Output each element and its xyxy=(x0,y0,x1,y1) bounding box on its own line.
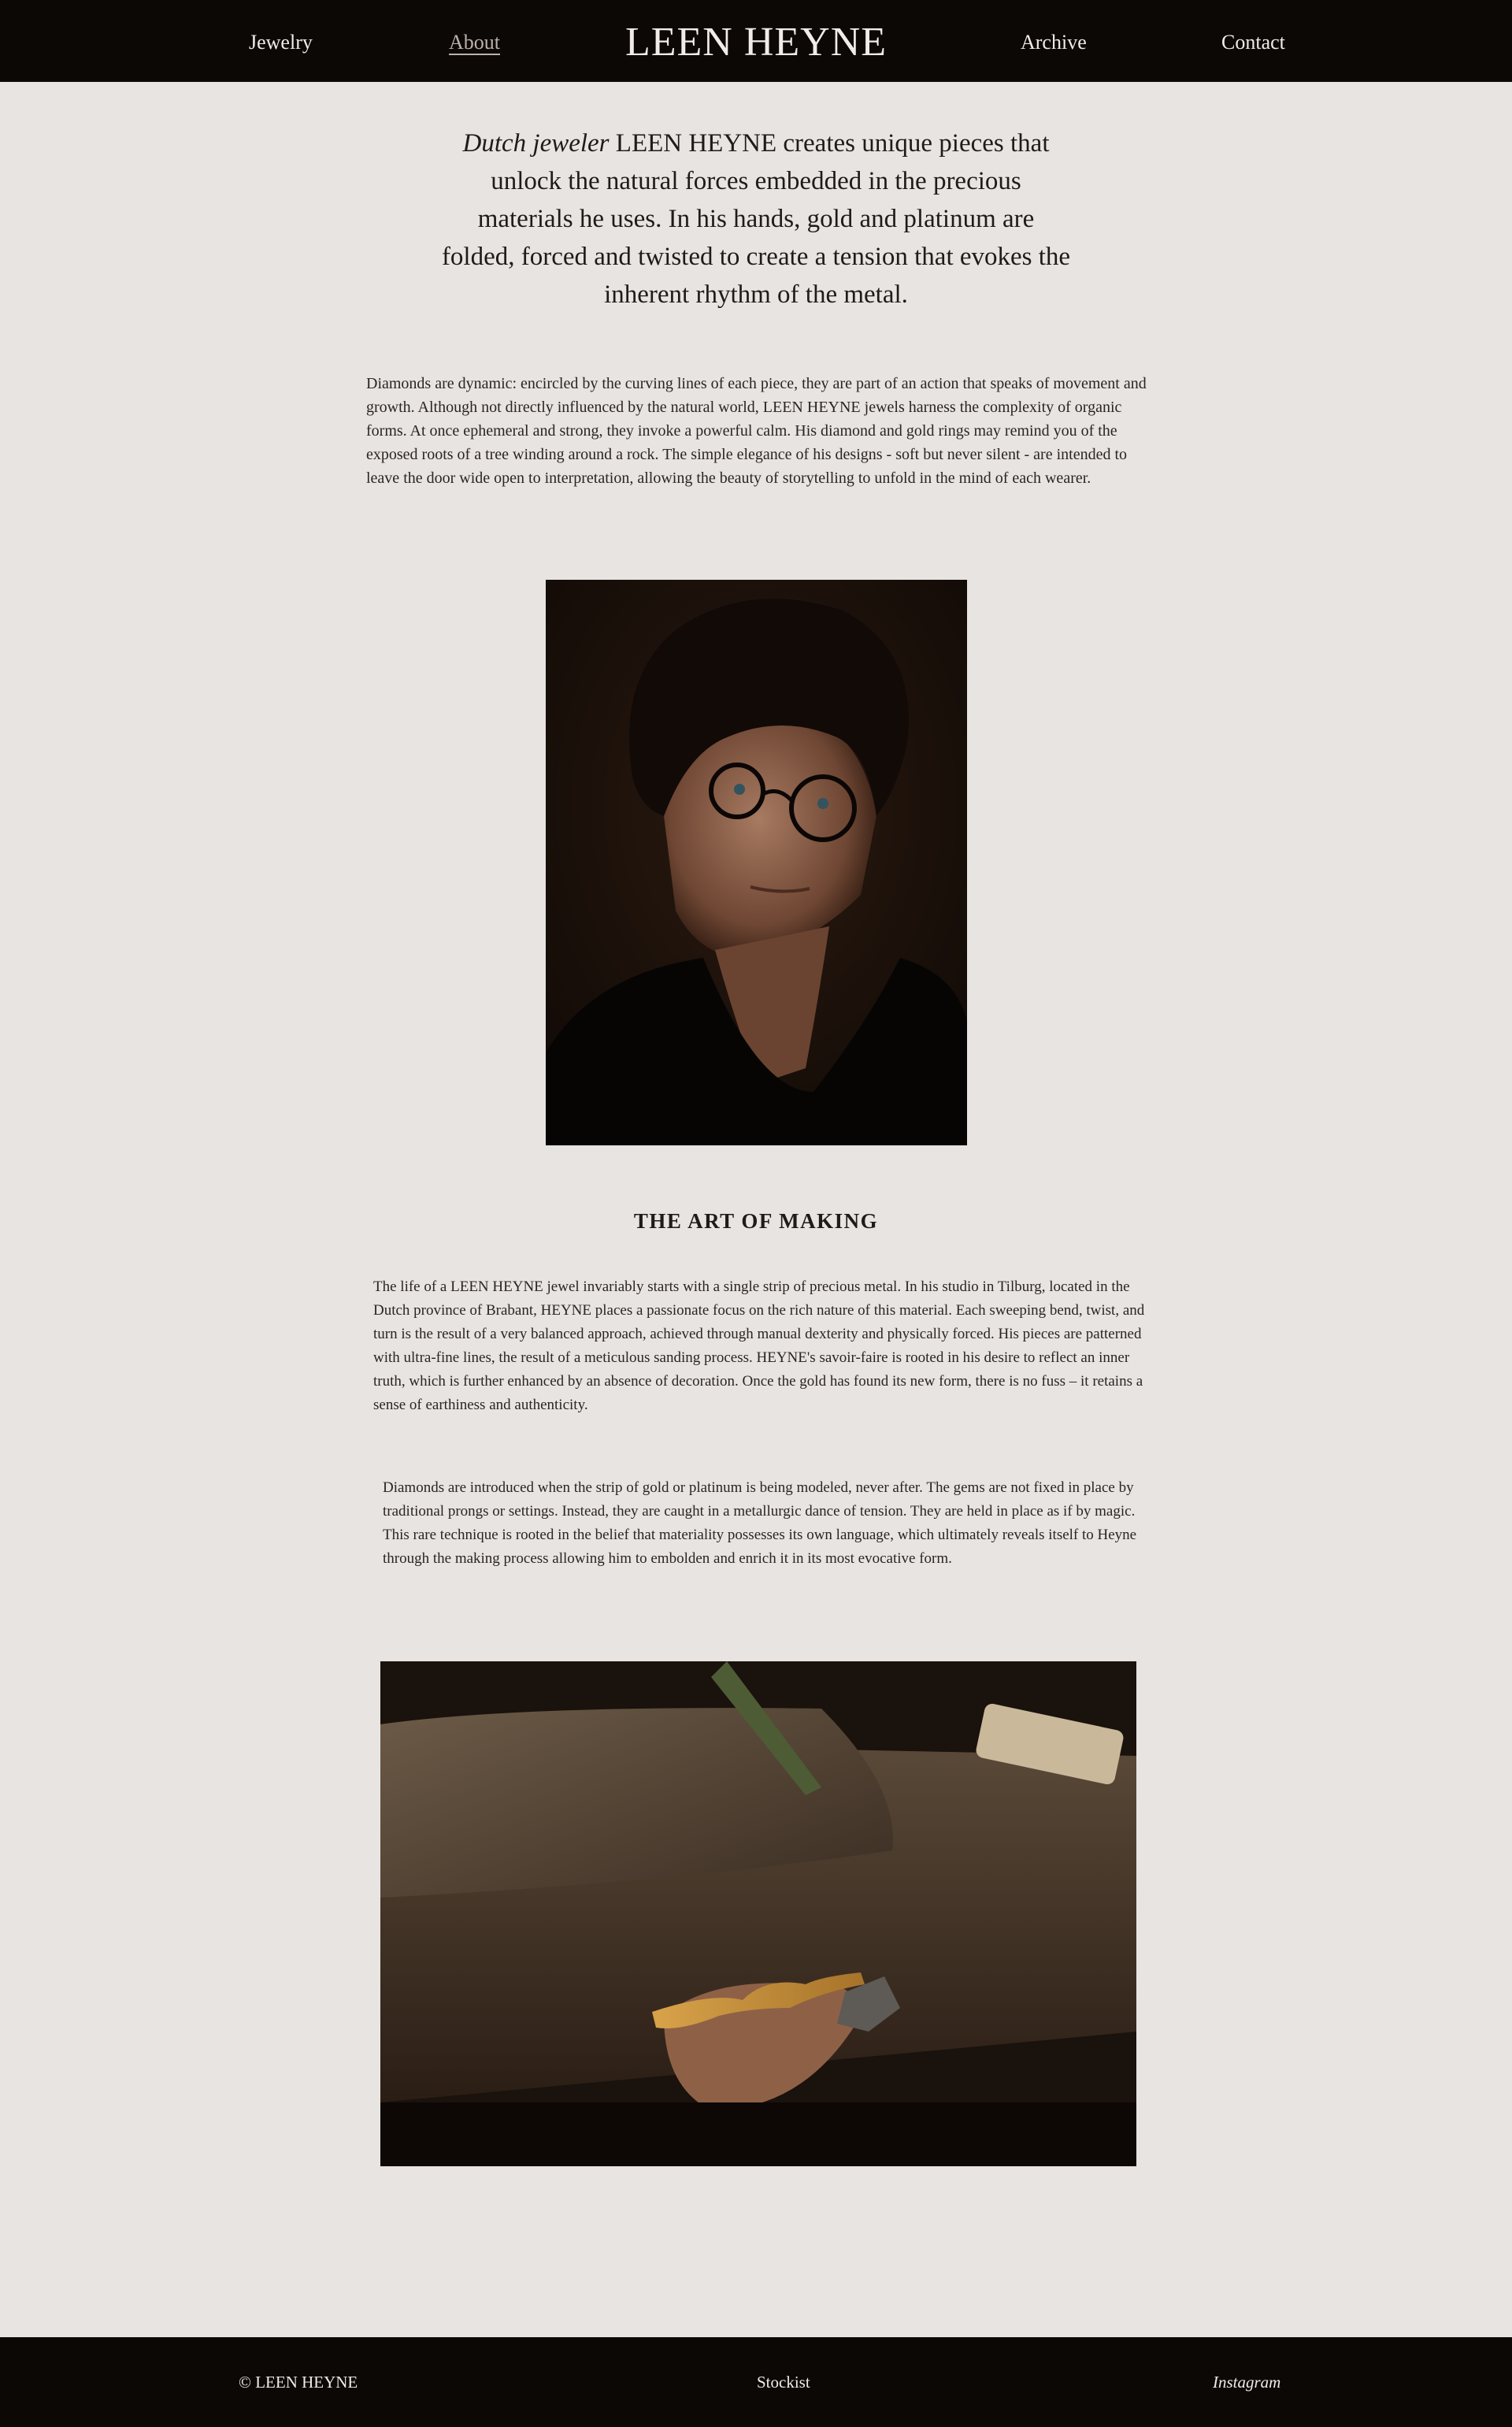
nav-link-about[interactable]: About xyxy=(449,28,500,57)
nav-link-archive[interactable]: Archive xyxy=(1021,28,1087,57)
diamonds-paragraph: Diamonds are dynamic: encircled by the c… xyxy=(366,375,1147,487)
nav-link-jewelry[interactable]: Jewelry xyxy=(249,28,313,57)
diamonds-technique-paragraph: Diamonds are introduced when the strip o… xyxy=(383,1479,1137,1567)
workshop-photo xyxy=(380,1661,1136,2166)
portrait-photo xyxy=(546,580,967,1145)
making-paragraph: The life of a LEEN HEYNE jewel invariabl… xyxy=(373,1278,1145,1413)
brand-logo[interactable]: LEEN HEYNE xyxy=(625,20,887,65)
intro-lead: Dutch jeweler xyxy=(462,129,610,158)
footer-stockist-link[interactable]: Stockist xyxy=(757,2370,810,2394)
top-navigation: Jewelry About LEEN HEYNE Archive Contact xyxy=(0,0,1512,82)
intro-statement: Dutch jeweler LEEN HEYNE creates unique … xyxy=(441,124,1071,314)
footer-instagram-link[interactable]: Instagram xyxy=(1213,2370,1280,2394)
footer: © LEEN HEYNE Stockist Instagram xyxy=(0,2337,1512,2427)
nav-link-contact[interactable]: Contact xyxy=(1221,28,1285,57)
footer-copyright: © LEEN HEYNE xyxy=(239,2373,358,2392)
section-title: THE ART OF MAKING xyxy=(633,1209,879,1233)
